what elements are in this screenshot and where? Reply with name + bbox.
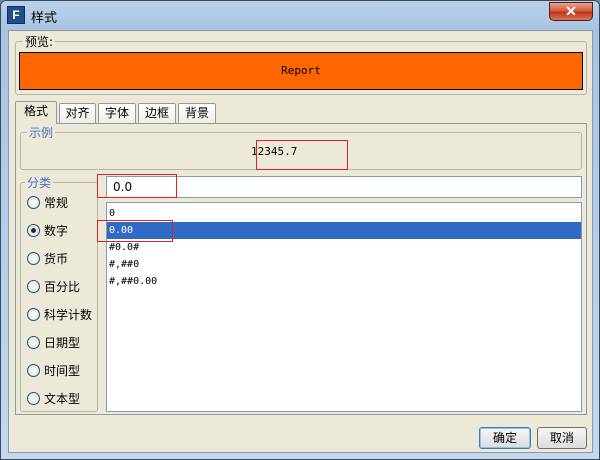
- list-item[interactable]: #0.0#: [107, 239, 581, 256]
- radio-label: 百分比: [44, 279, 81, 294]
- style-dialog: F 样式 ✕ 预览: Report 格式 对齐 字体 边框 背景 示例 1234…: [0, 0, 600, 460]
- tab-background[interactable]: 背景: [178, 103, 216, 123]
- list-item[interactable]: #,##0.00: [107, 273, 581, 290]
- radio-label: 科学计数: [44, 307, 93, 322]
- category-group: 分类 常规 数字 货币 百分比 科学计数 日期型 时间型 文本型: [20, 174, 98, 412]
- radio-label: 货币: [44, 251, 69, 266]
- format-pattern-input[interactable]: 0.0: [106, 176, 582, 198]
- radio-label: 日期型: [44, 335, 81, 350]
- format-tab-panel: 示例 12345.7 分类 常规 数字 货币 百分比 科学计数 日期型 时间型 …: [15, 123, 587, 415]
- radio-currency[interactable]: 货币: [27, 249, 68, 267]
- list-item[interactable]: 0.00: [107, 222, 581, 239]
- example-group: 示例 12345.7: [20, 124, 582, 170]
- preview-group: 预览: Report: [15, 33, 587, 95]
- app-icon: F: [7, 6, 25, 24]
- radio-label: 数字: [44, 223, 69, 238]
- radio-button[interactable]: [27, 307, 40, 321]
- radio-general[interactable]: 常规: [27, 193, 68, 211]
- radio-percent[interactable]: 百分比: [27, 277, 80, 295]
- radio-button[interactable]: [27, 195, 40, 209]
- radio-label: 常规: [44, 195, 69, 210]
- list-item[interactable]: 0: [107, 205, 581, 222]
- radio-button[interactable]: [27, 279, 40, 293]
- radio-date[interactable]: 日期型: [27, 333, 80, 351]
- radio-label: 文本型: [44, 391, 81, 406]
- radio-button[interactable]: [27, 335, 40, 349]
- radio-number[interactable]: 数字: [27, 221, 68, 239]
- preview-box: Report: [19, 52, 583, 90]
- radio-button[interactable]: [27, 223, 40, 237]
- cancel-button[interactable]: 取消: [537, 427, 587, 449]
- title-bar[interactable]: F 样式 ✕: [1, 1, 599, 29]
- radio-time[interactable]: 时间型: [27, 361, 80, 379]
- radio-button[interactable]: [27, 363, 40, 377]
- window-title: 样式: [31, 11, 58, 26]
- radio-button[interactable]: [27, 391, 40, 405]
- dialog-body: 预览: Report 格式 对齐 字体 边框 背景 示例 12345.7 分类 …: [8, 30, 593, 453]
- radio-scientific[interactable]: 科学计数: [27, 305, 92, 323]
- tab-format[interactable]: 格式: [15, 101, 57, 124]
- radio-text[interactable]: 文本型: [27, 389, 80, 407]
- preview-label: 预览:: [23, 33, 56, 50]
- tab-border[interactable]: 边框: [138, 103, 176, 123]
- close-button[interactable]: ✕: [549, 2, 593, 21]
- tab-align[interactable]: 对齐: [59, 103, 96, 123]
- example-value: 12345.7: [251, 145, 298, 158]
- category-label: 分类: [25, 174, 54, 191]
- tab-font[interactable]: 字体: [98, 103, 136, 123]
- ok-button[interactable]: 确定: [479, 427, 531, 449]
- list-item[interactable]: #,##0: [107, 256, 581, 273]
- format-pattern-list[interactable]: 0 0.00 #0.0# #,##0 #,##0.00: [106, 202, 582, 412]
- example-label: 示例: [27, 124, 56, 141]
- radio-button[interactable]: [27, 251, 40, 265]
- radio-label: 时间型: [44, 363, 81, 378]
